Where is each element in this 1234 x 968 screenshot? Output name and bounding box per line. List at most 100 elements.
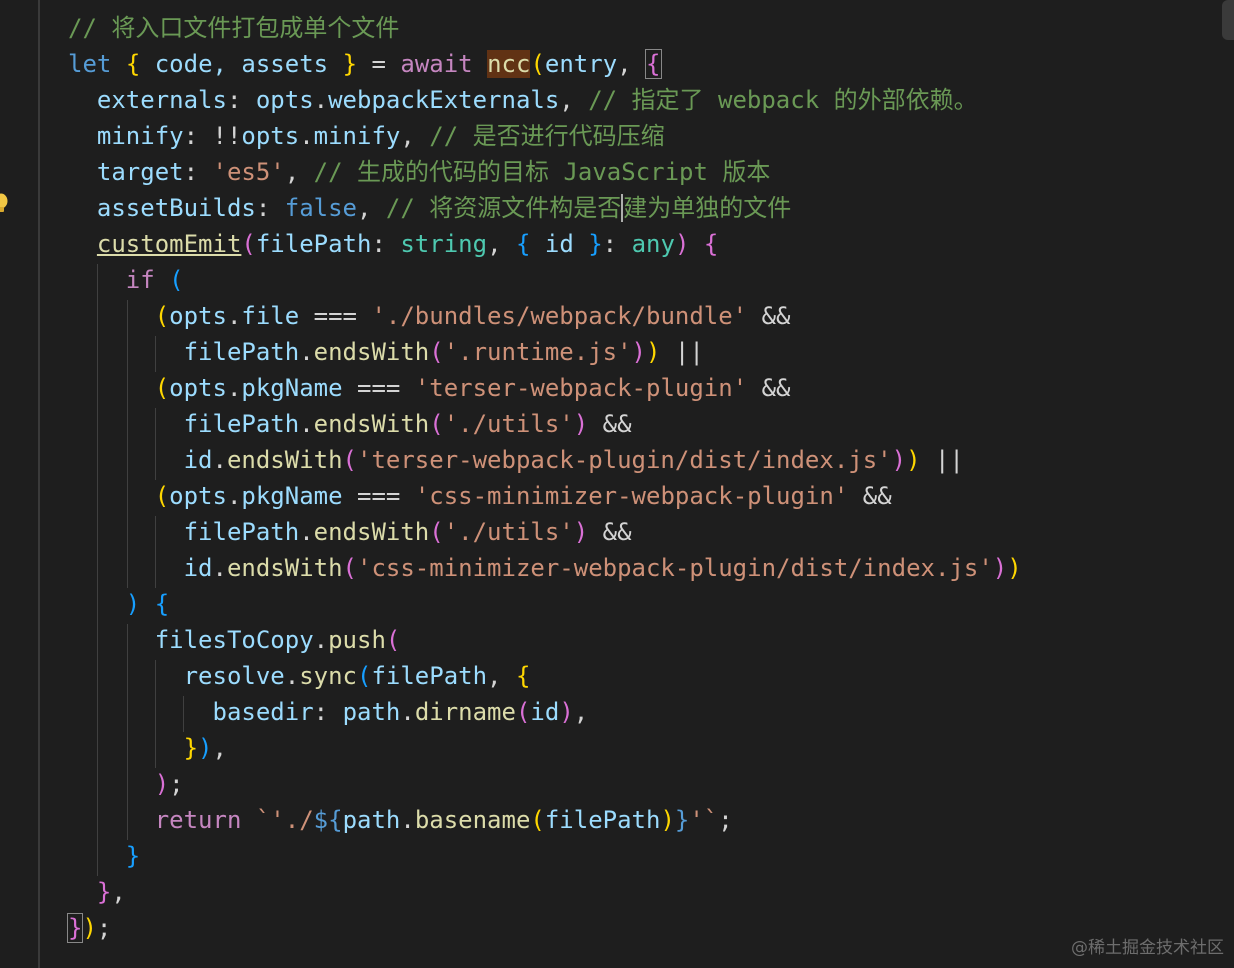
code-line-text: (opts.file === './bundles/webpack/bundle… [68,298,791,334]
code-line[interactable]: filePath.endsWith('./utils') && [0,514,1234,550]
code-token: assetBuilds [68,194,256,222]
code-line[interactable]: (opts.pkgName === 'terser-webpack-plugin… [0,370,1234,406]
code-line-text: id.endsWith('terser-webpack-plugin/dist/… [68,442,964,478]
code-token: } [66,913,84,943]
code-line[interactable]: customEmit(filePath: string, { id }: any… [0,226,1234,262]
code-token: string [400,230,488,258]
code-line[interactable]: resolve.sync(filePath, { [0,658,1234,694]
code-token: // 将资源文件构是否 [385,194,622,222]
code-token: filePath [255,230,372,258]
code-line[interactable]: }, [0,874,1234,910]
code-token: ( [429,410,444,438]
code-token: . [284,662,300,690]
code-line[interactable]: id.endsWith('css-minimizer-webpack-plugi… [0,550,1234,586]
code-line-text: externals: opts.webpackExternals, // 指定了… [68,82,978,118]
code-token: ( [342,446,357,474]
code-token: ) [891,446,907,474]
code-line[interactable]: return `'./${path.basename(filePath)}'`; [0,802,1234,838]
code-token: : !! [183,122,242,150]
code-token: 建为单独的文件 [623,194,792,222]
code-token: filePath [371,662,488,690]
code-line-text: id.endsWith('css-minimizer-webpack-plugi… [68,550,1022,586]
code-token: , [400,122,430,150]
code-token: . [299,518,314,546]
code-line-text: (opts.pkgName === 'css-minimizer-webpack… [68,478,892,514]
code-line-text: resolve.sync(filePath, { [68,658,531,694]
code-token: // 生成的代码的目标 JavaScript 版本 [313,158,771,186]
code-token: : [371,230,401,258]
code-token: sync [299,662,357,690]
code-token: filePath [183,410,300,438]
code-line-text: } [68,838,140,874]
code-line[interactable]: target: 'es5', // 生成的代码的目标 JavaScript 版本 [0,154,1234,190]
code-token: && [588,518,632,546]
code-line[interactable]: filePath.endsWith('.runtime.js')) || [0,334,1234,370]
code-token: , [357,194,386,222]
code-line[interactable]: filePath.endsWith('./utils') && [0,406,1234,442]
code-token: dirname [414,698,516,726]
code-token: let [68,50,112,78]
code-line[interactable]: ) { [0,586,1234,622]
code-line[interactable]: } [0,838,1234,874]
code-token: . [400,698,415,726]
code-token: '` [689,806,719,834]
code-line[interactable]: // 将入口文件打包成单个文件 [0,10,1234,46]
code-line[interactable]: assetBuilds: false, // 将资源文件构是否建为单独的文件 [0,190,1234,226]
code-token: } [342,50,358,78]
code-token: ) [573,518,589,546]
code-token: await [400,50,473,78]
indent-guide [155,408,156,480]
code-line[interactable]: }); [0,910,1234,946]
indent-guide [155,660,156,768]
code-token: // 是否进行代码压缩 [429,122,665,150]
code-line[interactable]: ); [0,766,1234,802]
code-token: ${ [313,806,343,834]
code-token: ( [357,662,372,690]
code-token: 'css-minimizer-webpack-plugin' [414,482,849,510]
code-token: ( [154,482,170,510]
code-token: endsWith [226,446,343,474]
code-line[interactable]: minify: !!opts.minify, // 是否进行代码压缩 [0,118,1234,154]
code-token: , [284,158,314,186]
code-token: minify [68,122,184,150]
code-token: ( [530,50,545,78]
code-token: ( [342,554,357,582]
code-token: && [747,302,791,330]
code-token: ) [645,338,661,366]
code-token: customEmit [96,230,242,258]
code-line[interactable]: }), [0,730,1234,766]
code-lines[interactable]: // 将入口文件打包成单个文件 let { code, assets } = aw… [0,10,1234,946]
code-token: ( [169,266,184,294]
code-token: ( [515,698,531,726]
code-token: path [342,698,401,726]
code-line[interactable]: (opts.pkgName === 'css-minimizer-webpack… [0,478,1234,514]
code-token: : [183,158,213,186]
code-token: && [747,374,791,402]
code-token: : [602,230,632,258]
code-token: ) [906,446,921,474]
code-token: 'terser-webpack-plugin/dist/index.js' [357,446,892,474]
code-line[interactable]: if ( [0,262,1234,298]
code-line[interactable]: id.endsWith('terser-webpack-plugin/dist/… [0,442,1234,478]
code-token: } [674,806,690,834]
code-token: false [284,194,357,222]
code-line[interactable]: let { code, assets } = await ncc(entry, … [0,46,1234,82]
code-token: } [588,230,603,258]
code-line[interactable]: externals: opts.webpackExternals, // 指定了… [0,82,1234,118]
code-line[interactable]: (opts.file === './bundles/webpack/bundle… [0,298,1234,334]
code-token: . [400,806,415,834]
code-token: . [313,626,329,654]
code-line[interactable]: filesToCopy.push( [0,622,1234,658]
code-line[interactable]: basedir: path.dirname(id), [0,694,1234,730]
indent-guide [127,300,128,588]
code-line-text: filePath.endsWith('./utils') && [68,406,632,442]
code-editor[interactable]: // 将入口文件打包成单个文件 let { code, assets } = aw… [0,0,1234,968]
